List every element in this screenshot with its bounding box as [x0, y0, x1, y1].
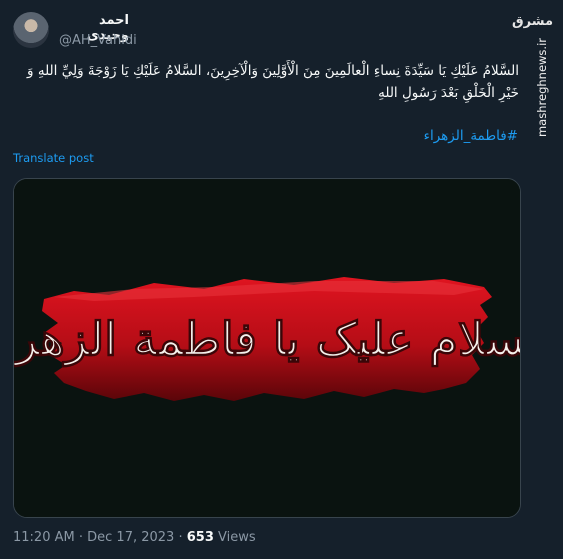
translate-post-link[interactable]: Translate post — [13, 151, 94, 165]
tweet-meta: 11:20 AM · Dec 17, 2023 · 653 Views — [13, 530, 256, 545]
avatar[interactable] — [13, 12, 49, 48]
views-count: 653 — [186, 530, 214, 545]
watermark: مشرق mashreghnews.ir — [512, 14, 555, 137]
author-handle[interactable]: @AH_Vahidi — [59, 33, 137, 48]
calligraphy-text: السلام علیک یا فاطمة الزهراء — [14, 312, 520, 367]
views-label: Views — [218, 530, 256, 545]
tweet-date[interactable]: Dec 17, 2023 — [87, 530, 174, 545]
tweet-time[interactable]: 11:20 AM — [13, 530, 75, 545]
watermark-site: mashreghnews.ir — [535, 38, 549, 138]
meta-separator: · — [78, 530, 83, 545]
tweet-text: السَّلامُ عَلَيْكِ يَا سَيِّدَةَ نِساءِ … — [27, 63, 519, 101]
hashtag-link[interactable]: #فاطمة_الزهراء — [424, 128, 518, 144]
meta-separator: · — [178, 530, 183, 545]
watermark-logo: مشرق — [512, 14, 553, 29]
tweet-image[interactable]: السلام علیک یا فاطمة الزهراء — [13, 178, 521, 518]
calligraphy-banner: السلام علیک یا فاطمة الزهراء — [14, 179, 520, 517]
